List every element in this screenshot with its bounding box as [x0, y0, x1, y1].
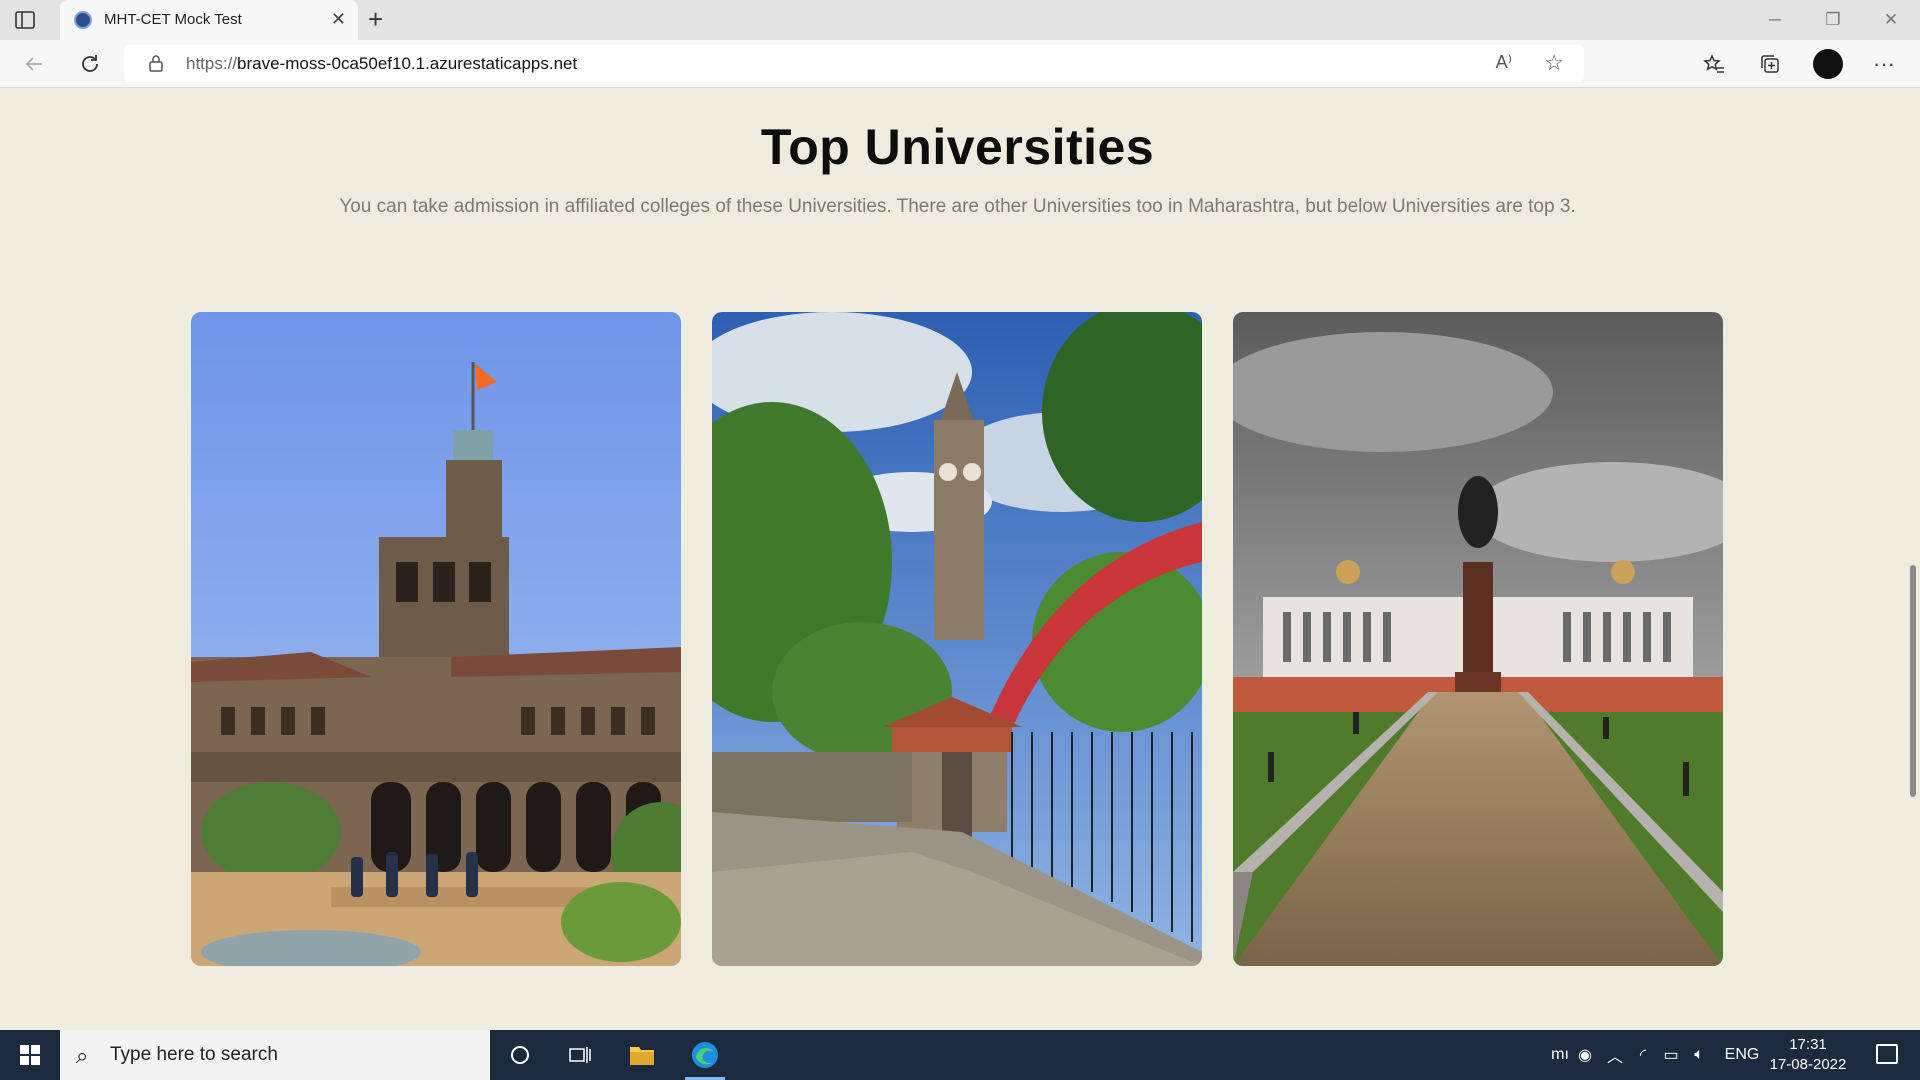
tab-close-icon[interactable]: ✕ — [331, 9, 346, 29]
sync-icon[interactable]: ◉ — [1570, 1030, 1600, 1080]
tab-actions-icon[interactable] — [14, 9, 36, 31]
show-hidden-icons-chevron-icon[interactable]: ︿ — [1600, 1030, 1630, 1080]
university-card-1[interactable] — [191, 312, 681, 966]
url-text[interactable]: https://brave-moss-0ca50ef10.1.azurestat… — [186, 54, 577, 74]
windows-start-icon[interactable] — [0, 1030, 60, 1080]
wifi-icon[interactable]: ◜ — [1628, 1030, 1658, 1080]
read-aloud-icon[interactable]: A⁾ — [1496, 52, 1512, 73]
university-photo-1 — [191, 312, 681, 966]
more-options-icon[interactable]: ··· — [1864, 40, 1904, 88]
url-host: brave-moss-0ca50ef10.1.azurestaticapps.n… — [237, 54, 578, 73]
university-card-2[interactable] — [712, 312, 1202, 966]
university-photo-3 — [1233, 312, 1723, 966]
browser-tab-strip: MHT-CET Mock Test ✕ + ─ ❐ ✕ — [0, 0, 1920, 40]
clock-date: 17-08-2022 — [1769, 1056, 1847, 1073]
add-favorite-icon[interactable]: ☆ — [1544, 50, 1564, 76]
window-controls: ─ ❐ ✕ — [1746, 0, 1920, 40]
tab-title: MHT-CET Mock Test — [104, 11, 242, 28]
window-close-button[interactable]: ✕ — [1862, 0, 1920, 40]
windows-taskbar: ⌕ Type here to search mı ◉ ︿ ◜ ▭ 🔈︎ ENG … — [0, 1030, 1920, 1080]
battery-icon[interactable]: ▭ — [1656, 1030, 1686, 1080]
address-bar[interactable]: https://brave-moss-0ca50ef10.1.azurestat… — [124, 45, 1584, 82]
cortana-icon[interactable] — [490, 1030, 550, 1080]
scrollbar-thumb[interactable] — [1910, 565, 1916, 797]
lock-icon[interactable] — [148, 54, 164, 72]
clock-time: 17:31 — [1789, 1036, 1827, 1053]
minimize-button[interactable]: ─ — [1746, 0, 1804, 40]
new-tab-button[interactable]: + — [368, 5, 383, 33]
taskbar-search-box[interactable]: ⌕ Type here to search — [60, 1030, 490, 1080]
task-view-icon[interactable] — [550, 1030, 610, 1080]
page-scrollbar[interactable] — [1906, 88, 1920, 1030]
edge-browser-icon[interactable] — [675, 1030, 735, 1080]
section-subtitle: You can take admission in affiliated col… — [339, 196, 1576, 217]
search-placeholder: Type here to search — [110, 1044, 278, 1065]
collections-icon[interactable] — [1750, 40, 1790, 88]
university-card-3[interactable] — [1233, 312, 1723, 966]
site-favicon-icon — [74, 11, 92, 29]
language-indicator[interactable]: ENG — [1722, 1030, 1762, 1080]
search-icon: ⌕ — [76, 1043, 89, 1068]
notification-center-icon[interactable] — [1876, 1044, 1898, 1064]
section-title: Top Universities — [760, 119, 1155, 175]
university-photo-2 — [712, 312, 1202, 966]
browser-toolbar: https://brave-moss-0ca50ef10.1.azurestat… — [0, 40, 1920, 88]
favorites-icon[interactable] — [1694, 40, 1734, 88]
file-explorer-icon[interactable] — [612, 1030, 672, 1080]
back-arrow-icon[interactable] — [20, 50, 48, 78]
profile-avatar[interactable] — [1808, 40, 1848, 88]
page-content: Top Universities You can take admission … — [0, 88, 1920, 1030]
volume-icon[interactable]: 🔈︎ — [1684, 1030, 1714, 1080]
taskbar-clock[interactable]: 17:31 17-08-2022 — [1768, 1035, 1848, 1075]
refresh-icon[interactable] — [76, 50, 104, 78]
restore-button[interactable]: ❐ — [1804, 0, 1862, 40]
browser-tab[interactable]: MHT-CET Mock Test ✕ — [60, 0, 358, 40]
url-protocol: https:// — [186, 54, 238, 73]
